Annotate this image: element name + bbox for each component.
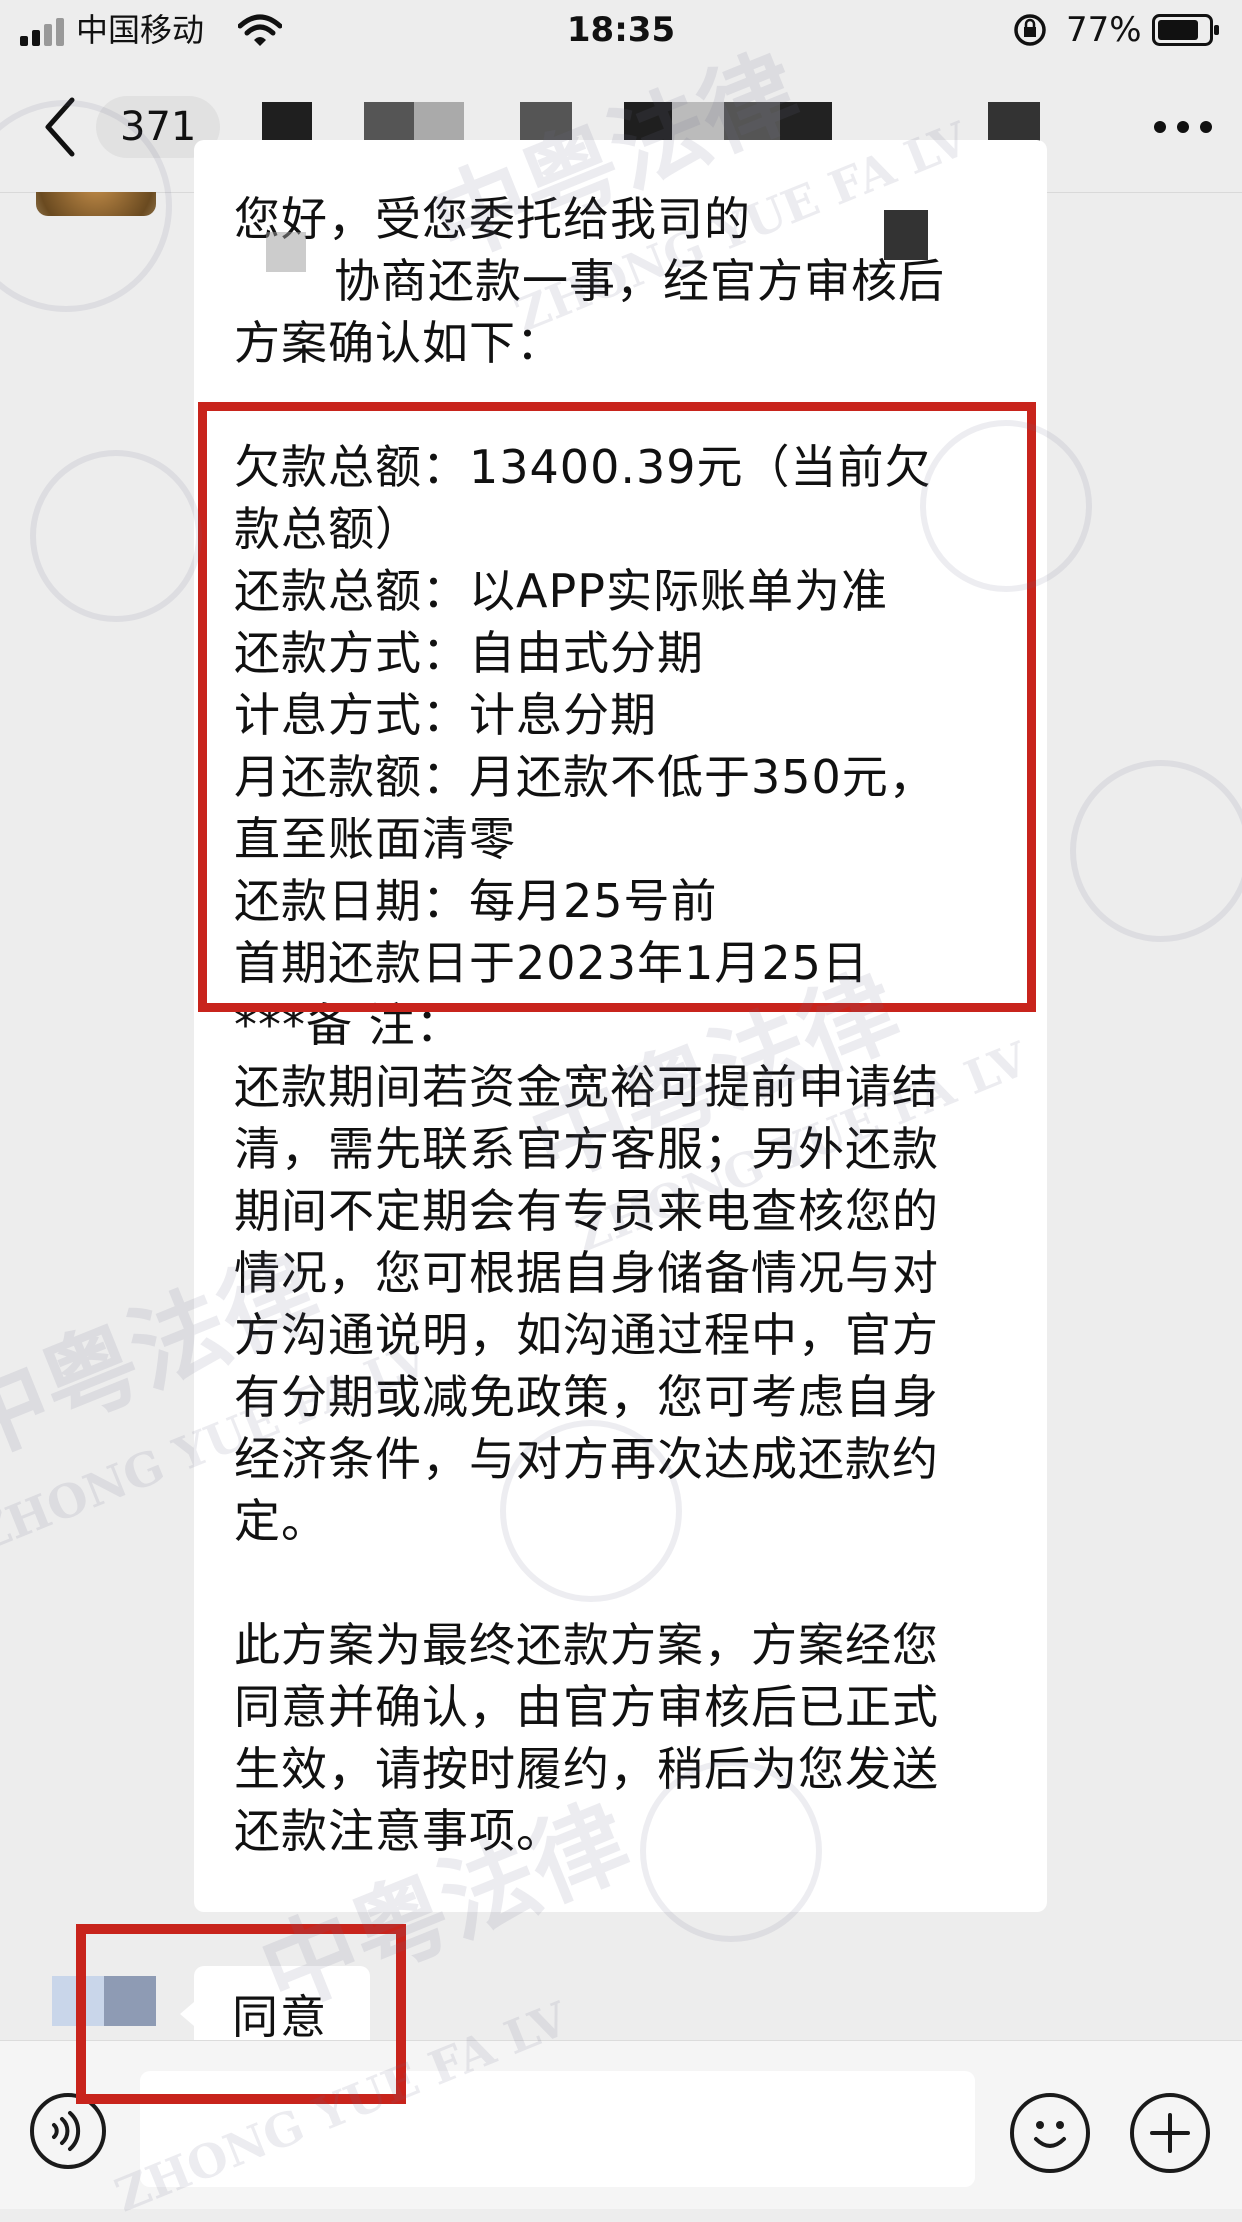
message-line: 此方案为最终还款方案，方案经您 — [234, 1618, 939, 1672]
clock: 18:35 — [566, 10, 676, 50]
message-line: 方沟通说明，如沟通过程中，官方 — [234, 1308, 939, 1362]
message-line: 期间不定期会有专员来电查核您的 — [234, 1184, 939, 1238]
watermark-seal-icon — [30, 450, 202, 622]
rotation-lock-icon — [1014, 14, 1046, 46]
more-icon[interactable] — [1148, 102, 1218, 152]
plus-icon[interactable] — [1130, 2093, 1210, 2173]
message-line: 定。 — [234, 1494, 328, 1548]
message-line: 有分期或减免政策，您可考虑自身 — [234, 1370, 939, 1424]
battery-percent: 77% — [1066, 10, 1142, 50]
status-bar: 中国移动 18:35 77% — [0, 0, 1242, 62]
message-line: 协商还款一事，经官方审核后 — [334, 254, 945, 308]
message-line: 还款期间若资金宽裕可提前申请结 — [234, 1060, 939, 1114]
watermark-seal-icon — [1070, 760, 1242, 942]
voice-icon[interactable] — [30, 2093, 106, 2169]
message-line: 经济条件，与对方再次达成还款约 — [234, 1432, 939, 1486]
redacted-text — [266, 232, 306, 272]
sender-avatar[interactable] — [36, 192, 156, 216]
message-line: 生效，请按时履约，稍后为您发送 — [234, 1742, 939, 1796]
message-line: 同意并确认，由官方审核后已正式 — [234, 1680, 939, 1734]
message-line: 方案确认如下： — [234, 316, 563, 370]
message-line: 情况，您可根据自身储备情况与对 — [234, 1246, 939, 1300]
highlight-box-reply — [76, 1924, 406, 2104]
message-line: 还款注意事项。 — [234, 1804, 563, 1858]
battery-icon — [1152, 14, 1219, 46]
highlight-box-plan-details — [198, 402, 1036, 1012]
message-line: 您好，受您委托给我司的 — [234, 192, 751, 246]
emoji-icon[interactable] — [1010, 2093, 1090, 2173]
message-line: 清，需先联系官方客服；另外还款 — [234, 1122, 939, 1176]
